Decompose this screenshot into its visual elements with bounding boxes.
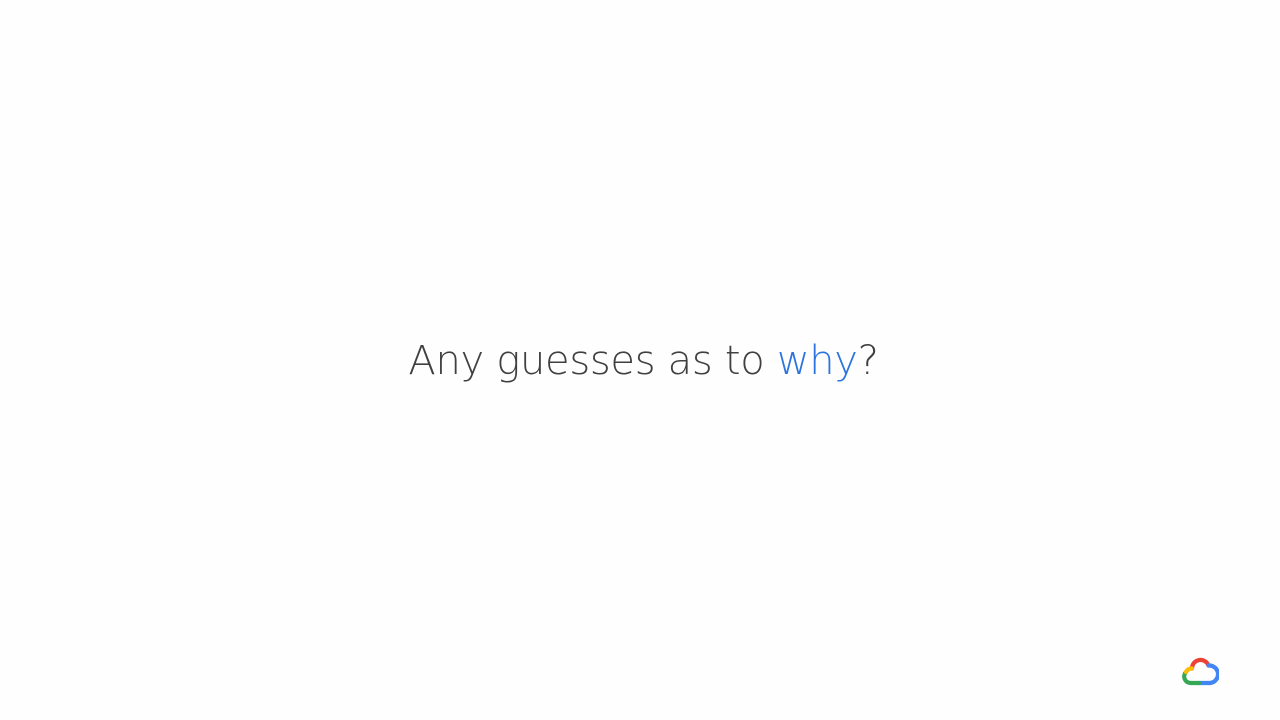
slide-headline: Any guesses as to why? xyxy=(0,334,1280,388)
headline-punctuation: ? xyxy=(857,338,879,384)
slide: Any guesses as to why? xyxy=(0,0,1280,720)
headline-highlight: why xyxy=(776,338,858,384)
google-cloud-logo-icon xyxy=(1182,657,1219,686)
headline-text: Any guesses as to xyxy=(408,338,777,384)
